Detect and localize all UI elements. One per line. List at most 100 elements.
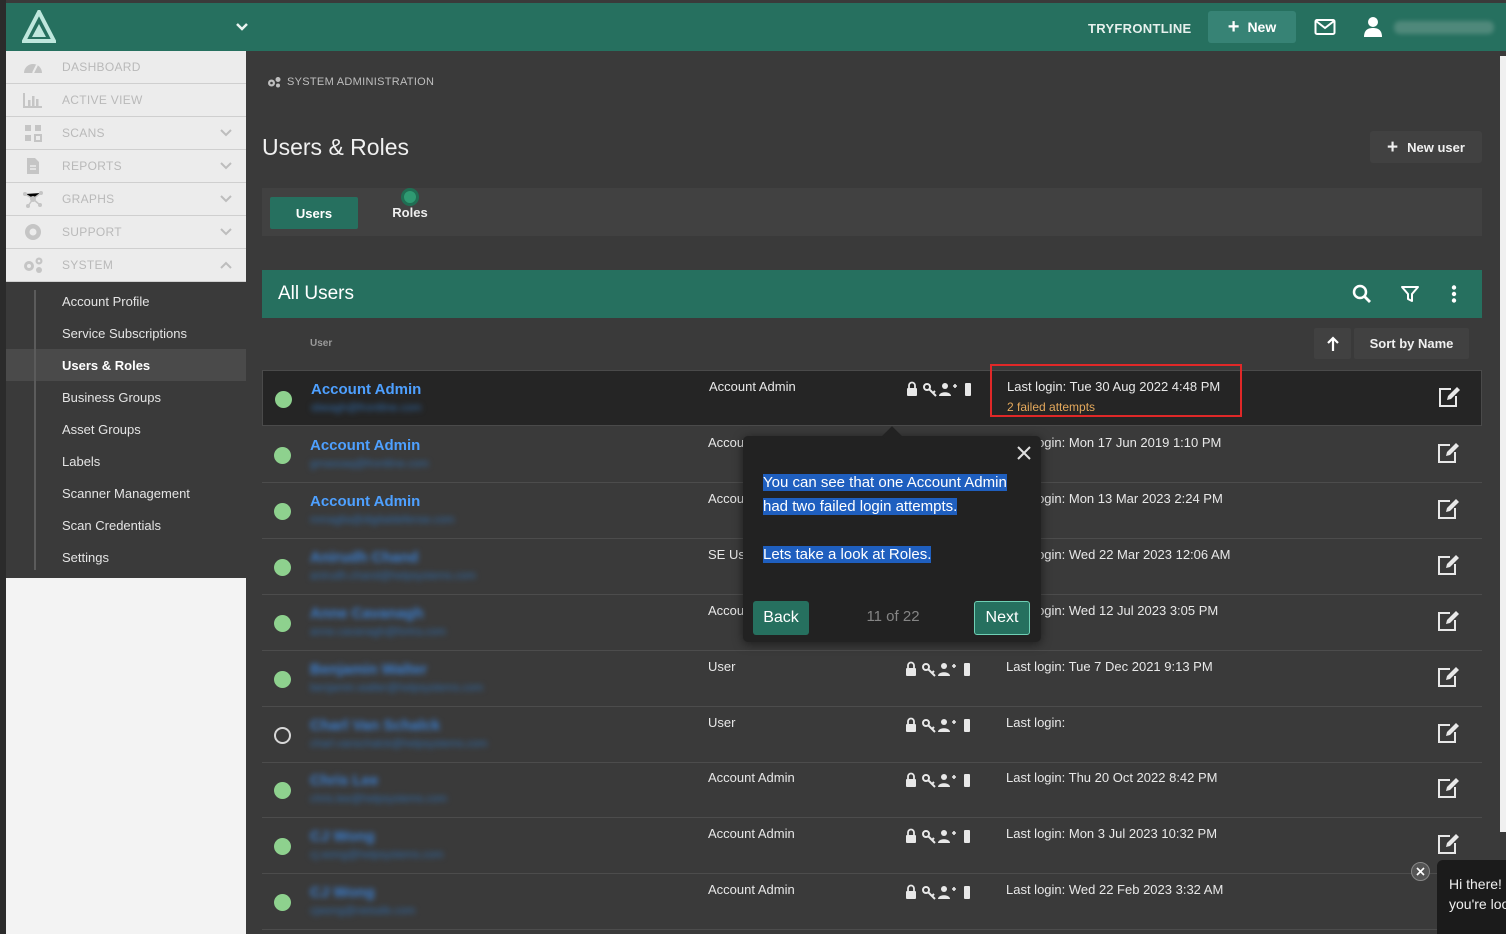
edit-icon[interactable] [1436,554,1460,576]
sidebar-item-system[interactable]: SYSTEM [6,249,246,282]
sidebar-item-dashboard[interactable]: DASHBOARD [6,51,246,84]
status-active-dot [274,838,291,855]
submenu-rail [34,290,36,570]
edit-icon[interactable] [1436,777,1460,799]
frontline-logo-icon[interactable] [22,10,56,44]
lifebuoy-icon [22,223,44,241]
new-button[interactable]: + New [1208,11,1296,43]
last-login: Last login: Thu 20 Oct 2022 8:42 PM [1006,770,1218,785]
sidebar-item-scan-credentials[interactable]: Scan Credentials [6,509,246,541]
plus-icon: + [1387,136,1399,158]
chat-line: Hi there! [1449,876,1502,892]
user-email: cjwong@netsafe.com [310,905,416,917]
user-name-link[interactable]: Account Admin [310,437,420,454]
chevron-down-icon [220,162,232,170]
sidebar-item-label: REPORTS [62,159,122,173]
user-name-link[interactable]: Charl Van Schalck [310,717,440,734]
user-email: mmaglia@digitaldefense.com [310,514,455,526]
sidebar-item-scanner-management[interactable]: Scanner Management [6,477,246,509]
user-role: Account Admin [709,379,796,394]
new-user-button[interactable]: + New user [1370,131,1482,163]
table-row[interactable]: Charl Van Schalck charl.vanschalck@helps… [262,707,1482,763]
user-name-link[interactable]: Account Admin [310,493,420,510]
account-name[interactable]: TRYFRONTLINE [1088,21,1192,36]
status-active-dot [274,782,291,799]
tour-next-button[interactable]: Next [974,601,1030,635]
scrollbar[interactable] [1500,56,1506,832]
filter-icon[interactable] [1400,284,1420,304]
plus-icon: + [1227,16,1240,38]
edit-icon[interactable] [1436,610,1460,632]
user-role: Account Admin [708,770,795,785]
chat-line: you're loo [1449,896,1506,912]
tour-back-button[interactable]: Back [753,601,809,635]
table-row[interactable]: Benjamin Walter benjamin.walter@helpsyst… [262,651,1482,707]
sidebar-item-label: DASHBOARD [62,60,141,74]
tab-roles[interactable]: Roles [382,205,438,220]
sort-direction-button[interactable] [1314,328,1351,359]
sidebar-item-asset-groups[interactable]: Asset Groups [6,413,246,445]
edit-icon[interactable] [1436,722,1460,744]
user-icon[interactable] [1363,16,1383,38]
sidebar-item-users-roles[interactable]: Users & Roles [6,349,246,381]
tour-popover: You can see that one Account Admin had t… [743,426,1041,642]
user-name-link[interactable]: Benjamin Walter [310,661,427,678]
user-email: chris.lee@helpsystems.com [310,793,448,805]
column-header-user[interactable]: User [310,338,332,349]
tab-users[interactable]: Users [270,197,358,229]
chevron-down-icon[interactable] [235,21,249,33]
chat-close-button[interactable] [1411,862,1430,881]
breadcrumb-label: SYSTEM ADMINISTRATION [287,76,435,88]
user-email: anirudh.chand@helpsystems.com [310,570,476,582]
sidebar-item-active-view[interactable]: ACTIVE VIEW [6,84,246,117]
user-email: charl.vanschalck@helpsystems.com [310,738,488,750]
permissions-icons [907,381,971,397]
document-icon [22,157,44,175]
table-row[interactable]: Account Admin sbeagh@frontline.com Accou… [262,370,1482,426]
close-icon[interactable] [1017,446,1031,460]
table-row[interactable]: Chris Lee chris.lee@helpsystems.com Acco… [262,762,1482,818]
user-email: cj.wong@helpsystems.com [310,849,444,861]
sidebar-item-label: GRAPHS [62,192,115,206]
chat-bubble[interactable]: Hi there! you're loo [1437,860,1506,934]
sidebar-item-labels[interactable]: Labels [6,445,246,477]
edit-icon[interactable] [1436,498,1460,520]
user-name-link[interactable]: Anne Cavanagh [310,605,423,622]
table-row[interactable]: CJ Wong cjwong@netsafe.com Account Admin… [262,874,1482,930]
tour-beacon[interactable] [401,188,419,206]
sidebar-item-graphs[interactable]: GRAPHS [6,183,246,216]
sidebar-item-settings[interactable]: Settings [6,541,246,573]
user-name-link[interactable]: Chris Lee [310,772,378,789]
user-name-link[interactable]: Account Admin [311,381,421,398]
sidebar-item-account-profile[interactable]: Account Profile [6,285,246,317]
sort-by-name-button[interactable]: Sort by Name [1354,328,1469,359]
mail-icon[interactable] [1314,18,1336,36]
table-row[interactable]: CJ Wong cj.wong@helpsystems.com Account … [262,818,1482,874]
edit-icon[interactable] [1437,386,1461,408]
sidebar-item-business-groups[interactable]: Business Groups [6,381,246,413]
user-name-link[interactable]: CJ Wong [310,828,375,845]
edit-icon[interactable] [1436,666,1460,688]
sidebar-item-reports[interactable]: REPORTS [6,150,246,183]
close-icon [1416,867,1425,876]
last-login: Last login: [1006,715,1066,730]
chevron-up-icon [220,261,232,269]
user-name-link[interactable]: Anirudh Chand [310,549,418,566]
chevron-down-icon [220,228,232,236]
permissions-icons [906,717,970,733]
edit-icon[interactable] [1436,833,1460,855]
sidebar-item-support[interactable]: SUPPORT [6,216,246,249]
system-submenu: Account Profile Service Subscriptions Us… [6,282,246,578]
network-icon [22,190,44,208]
user-name-link[interactable]: CJ Wong [310,884,375,901]
tour-message-line: You can see that one Account Admin [763,474,1007,491]
more-vertical-icon[interactable] [1444,284,1464,304]
sidebar-item-service-subscriptions[interactable]: Service Subscriptions [6,317,246,349]
sidebar-item-label: SUPPORT [62,225,122,239]
arrow-up-icon [1326,335,1339,351]
search-icon[interactable] [1352,284,1372,304]
tour-message: You can see that one Account Admin had t… [763,471,1025,567]
user-name-redacted[interactable] [1394,21,1494,34]
sidebar-item-scans[interactable]: SCANS [6,117,246,150]
edit-icon[interactable] [1436,442,1460,464]
